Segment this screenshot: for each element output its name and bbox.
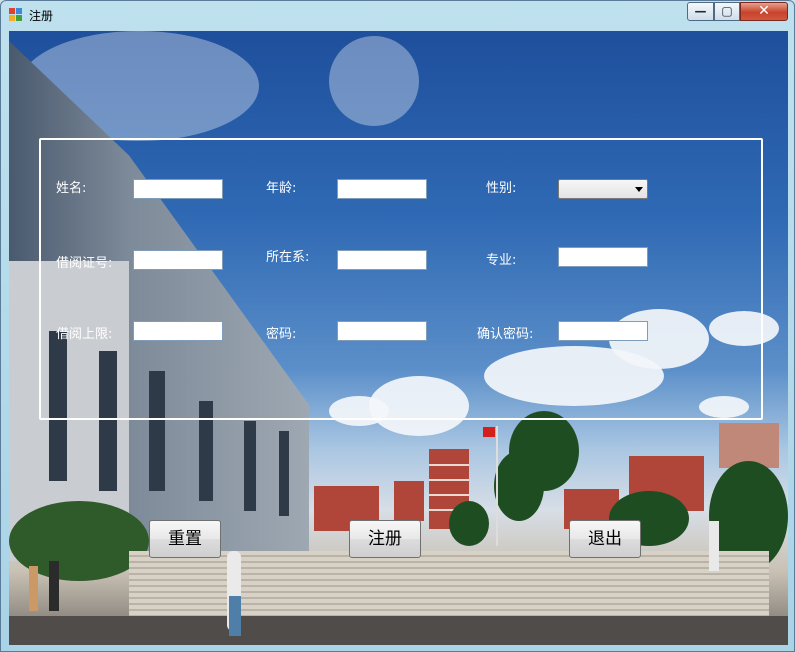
gender-label: 性别: (486, 181, 517, 196)
form-client-area: 姓名: 年龄: 性别: 借阅证号: 所在系: 专业: 借阅上限: 密码: 确认密… (9, 31, 788, 645)
minimize-icon: — (694, 4, 707, 18)
maximize-icon: ▢ (721, 4, 733, 18)
age-label: 年龄: (266, 181, 297, 196)
gender-select[interactable] (558, 179, 648, 199)
register-button[interactable]: 注册 (349, 520, 421, 558)
department-label: 所在系: (266, 250, 310, 265)
exit-button[interactable]: 退出 (569, 520, 641, 558)
confirm-password-input[interactable] (558, 321, 648, 341)
card-no-input[interactable] (133, 250, 223, 270)
title-bar[interactable]: 注册 — ▢ ✕ (1, 1, 794, 29)
reset-button[interactable]: 重置 (149, 520, 221, 558)
major-input[interactable] (558, 247, 648, 267)
age-input[interactable] (337, 179, 427, 199)
window-title: 注册 (29, 9, 54, 23)
close-button[interactable]: ✕ (740, 2, 788, 21)
name-label: 姓名: (56, 181, 87, 196)
major-label: 专业: (486, 253, 517, 268)
password-label: 密码: (266, 327, 297, 342)
maximize-button[interactable]: ▢ (714, 2, 740, 21)
register-window: 注册 — ▢ ✕ 姓名: 年龄: 性别: 借阅证号: 所在系: 专业: 借阅上限… (0, 0, 795, 652)
card-no-label: 借阅证号: (56, 256, 113, 271)
name-input[interactable] (133, 179, 223, 199)
chevron-down-icon[interactable] (635, 187, 643, 192)
borrow-limit-label: 借阅上限: (56, 327, 113, 342)
password-input[interactable] (337, 321, 427, 341)
close-icon: ✕ (758, 3, 770, 19)
department-input[interactable] (337, 250, 427, 270)
borrow-limit-input[interactable] (133, 321, 223, 341)
minimize-button[interactable]: — (687, 2, 714, 21)
confirm-password-label: 确认密码: (477, 327, 534, 342)
app-icon (9, 8, 23, 22)
